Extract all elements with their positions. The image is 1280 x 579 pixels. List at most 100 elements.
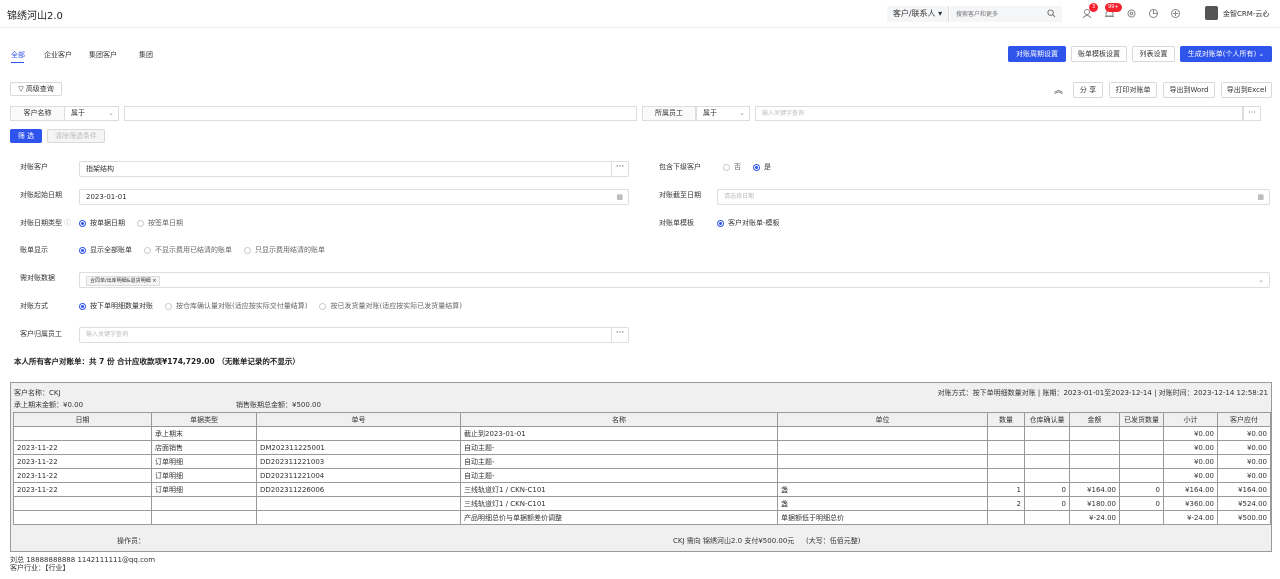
- date-type-radio-group: 按单据日期 按签单日期: [79, 218, 195, 228]
- method-shipped-radio[interactable]: 按已发货量对账(适应按实际已发货量结算): [319, 301, 462, 311]
- data-select[interactable]: 合同单/出库明细&退货明细 × ⌄: [79, 272, 1270, 288]
- settings-icon[interactable]: [1126, 8, 1137, 19]
- data-tag: 合同单/出库明细&退货明细 ×: [86, 276, 161, 286]
- list-settings-button[interactable]: 列表设置: [1132, 46, 1175, 62]
- todo-badge: 3: [1089, 3, 1099, 12]
- table-row: 2023-11-22 订单明细 DD202311221003 自动主题- ¥0.00 ¥0…: [13, 454, 1271, 469]
- col-doc-type: 单据类型: [151, 412, 257, 427]
- col-amount: 金额: [1069, 412, 1120, 427]
- chevron-down-icon: ⌄: [739, 109, 745, 117]
- pie-chart-icon: [1149, 9, 1158, 18]
- end-date-input[interactable]: 请选择日期 ▦: [717, 189, 1270, 205]
- advanced-query-button[interactable]: ▽ 高级查询: [10, 82, 62, 96]
- col-qty: 数量: [987, 412, 1025, 427]
- payment-caps: (大写：伍佰元整): [806, 537, 861, 545]
- add-icon[interactable]: [1170, 8, 1181, 19]
- display-all-radio[interactable]: 显示全部账单: [79, 245, 132, 255]
- export-word-button[interactable]: 导出到Word: [1163, 82, 1215, 98]
- more-icon[interactable]: ···: [611, 327, 628, 343]
- statement-summary: 本人所有客户对账单：共 7 份 合计应收款项¥174,729.00 （无账单记录…: [14, 357, 300, 366]
- template-settings-button[interactable]: 账单模板设置: [1071, 46, 1127, 62]
- method-order-radio[interactable]: 按下单明细数量对账: [79, 301, 153, 311]
- period-settings-button[interactable]: 对账周期设置: [1008, 46, 1066, 62]
- tab-group[interactable]: 集团: [139, 50, 153, 60]
- tab-all[interactable]: 全部: [11, 50, 25, 60]
- search-icon[interactable]: [1047, 9, 1056, 18]
- col-date: 日期: [13, 412, 152, 427]
- avatar[interactable]: [1205, 6, 1218, 20]
- operator-label: 操作员：: [117, 537, 145, 545]
- search-input[interactable]: [950, 6, 1040, 22]
- top-bar: 锦绣河山2.0 客户/联系人 ▾ 3 99+ 金智CRM-云心 ⌄: [0, 0, 1280, 28]
- table-row: 产品明细总价与单据额差价调整 单据额低于明细总价 ¥-24.00 ¥-24.00 ¥50…: [13, 510, 1271, 525]
- display-label: 账单显示: [20, 246, 48, 254]
- table-row: 2023-11-22 订单明细 DD202311221004 自动主题- ¥0.00 ¥0…: [13, 468, 1271, 483]
- statement-method-info: 对账方式：按下单明细数量对账 | 账期：2023-01-01至2023-12-1…: [937, 389, 1268, 397]
- include-sub-radio-group: 否 是: [723, 162, 783, 172]
- date-type-label: 对账日期类型 ⓘ: [20, 219, 72, 227]
- clear-filter-button[interactable]: 清除筛选条件: [47, 129, 105, 143]
- chevron-down-icon: ⌄: [1258, 276, 1264, 284]
- tab-enterprise[interactable]: 企业客户: [44, 50, 72, 60]
- calendar-icon: ▦: [616, 193, 623, 201]
- statement-prev-balance: 承上期末金额：¥0.00: [14, 401, 84, 409]
- table-row: 承上期末 截止到2023-01-01 ¥0.00 ¥0.00: [13, 426, 1271, 441]
- statement-customer: 客户名称：CKJ: [14, 389, 61, 397]
- customer-name-input[interactable]: [124, 106, 637, 121]
- col-warehouse-qty: 仓库确认量: [1024, 412, 1070, 427]
- customer-op-select[interactable]: 属于 ⌄: [64, 106, 119, 121]
- template-radio[interactable]: 客户对账单-模板: [717, 218, 780, 228]
- help-icon: ⓘ: [64, 219, 72, 227]
- table-row: 2023-11-22 店面销售 DM202311225001 自动主题- ¥0.00 ¥0…: [13, 440, 1271, 455]
- plus-circle-icon: [1171, 9, 1180, 18]
- staff-filter-label: 所属员工: [642, 106, 696, 121]
- generate-statement-button[interactable]: 生成对账单(个人所有) ⌄: [1180, 46, 1272, 62]
- notice-badge: 99+: [1105, 3, 1122, 12]
- template-label: 对账单模板: [659, 219, 694, 227]
- include-sub-no-radio[interactable]: 否: [723, 162, 741, 172]
- tab-group-customer[interactable]: 集团客户: [89, 50, 117, 60]
- share-button[interactable]: 分 享: [1073, 82, 1103, 98]
- notification-icon[interactable]: 99+: [1104, 3, 1122, 19]
- col-doc-no: 单号: [256, 412, 461, 427]
- display-radio-group: 显示全部账单 不显示费用已结清的账单 只显示费用结清的账单: [79, 245, 337, 255]
- start-date-input[interactable]: 2023-01-01 ▦: [79, 189, 629, 205]
- todo-icon[interactable]: 3: [1082, 3, 1099, 19]
- owner-input[interactable]: 输入关键字查询 ···: [79, 327, 629, 343]
- date-type-sign-radio[interactable]: 按签单日期: [137, 218, 183, 228]
- print-button[interactable]: 打印对账单: [1109, 82, 1157, 98]
- start-date-label: 对账起始日期: [20, 191, 62, 199]
- display-hide-settled-radio[interactable]: 不显示费用已结清的账单: [144, 245, 232, 255]
- template-radio-group: 客户对账单-模板: [717, 218, 792, 228]
- stats-icon[interactable]: [1148, 8, 1159, 19]
- more-icon[interactable]: ···: [611, 161, 628, 177]
- data-label: 需对账数据: [20, 274, 55, 282]
- staff-op-select[interactable]: 属于 ⌄: [696, 106, 750, 121]
- close-icon[interactable]: ×: [152, 278, 156, 284]
- chevron-down-icon: ⌄: [108, 109, 114, 117]
- global-search[interactable]: [950, 6, 1062, 22]
- chevron-down-icon[interactable]: ⌄: [1262, 7, 1269, 16]
- display-only-settled-radio[interactable]: 只显示费用结清的账单: [244, 245, 325, 255]
- export-excel-button[interactable]: 导出到Excel: [1221, 82, 1272, 98]
- filter-button[interactable]: 筛 选: [10, 129, 42, 143]
- search-type-select[interactable]: 客户/联系人 ▾: [887, 6, 949, 22]
- table-row: 2023-11-22 订单明细 DD202311226006 三线轨道灯1 / CKN…: [13, 482, 1271, 497]
- col-payable: 客户应付: [1217, 412, 1271, 427]
- statement-card: 客户名称：CKJ 对账方式：按下单明细数量对账 | 账期：2023-01-01至…: [10, 382, 1272, 552]
- end-date-label: 对账截至日期: [659, 191, 701, 199]
- statement-total-sales: 销售账期总金额：¥500.00: [236, 401, 321, 409]
- staff-input[interactable]: 输入关键字查询: [755, 106, 1243, 121]
- customer-label: 对账客户: [20, 163, 48, 171]
- filter-icon: ▽: [18, 85, 24, 93]
- include-sub-label: 包含下级客户: [659, 163, 701, 171]
- date-type-doc-radio[interactable]: 按单据日期: [79, 218, 125, 228]
- include-sub-yes-radio[interactable]: 是: [753, 162, 771, 172]
- staff-picker-button[interactable]: ···: [1243, 106, 1261, 121]
- statement-table: 日期 单据类型 单号 名称 单位 数量 仓库确认量 金额 已发货数量 小计 客户…: [13, 412, 1271, 525]
- customer-field[interactable]: 指架结构 ···: [79, 161, 629, 177]
- collapse-icon[interactable]: ︽: [1054, 83, 1063, 96]
- active-tab-indicator: [11, 62, 24, 63]
- customer-name-filter-label: 客户名称: [10, 106, 65, 121]
- method-warehouse-radio[interactable]: 按仓库确认量对账(适应按实际交付量结算): [165, 301, 307, 311]
